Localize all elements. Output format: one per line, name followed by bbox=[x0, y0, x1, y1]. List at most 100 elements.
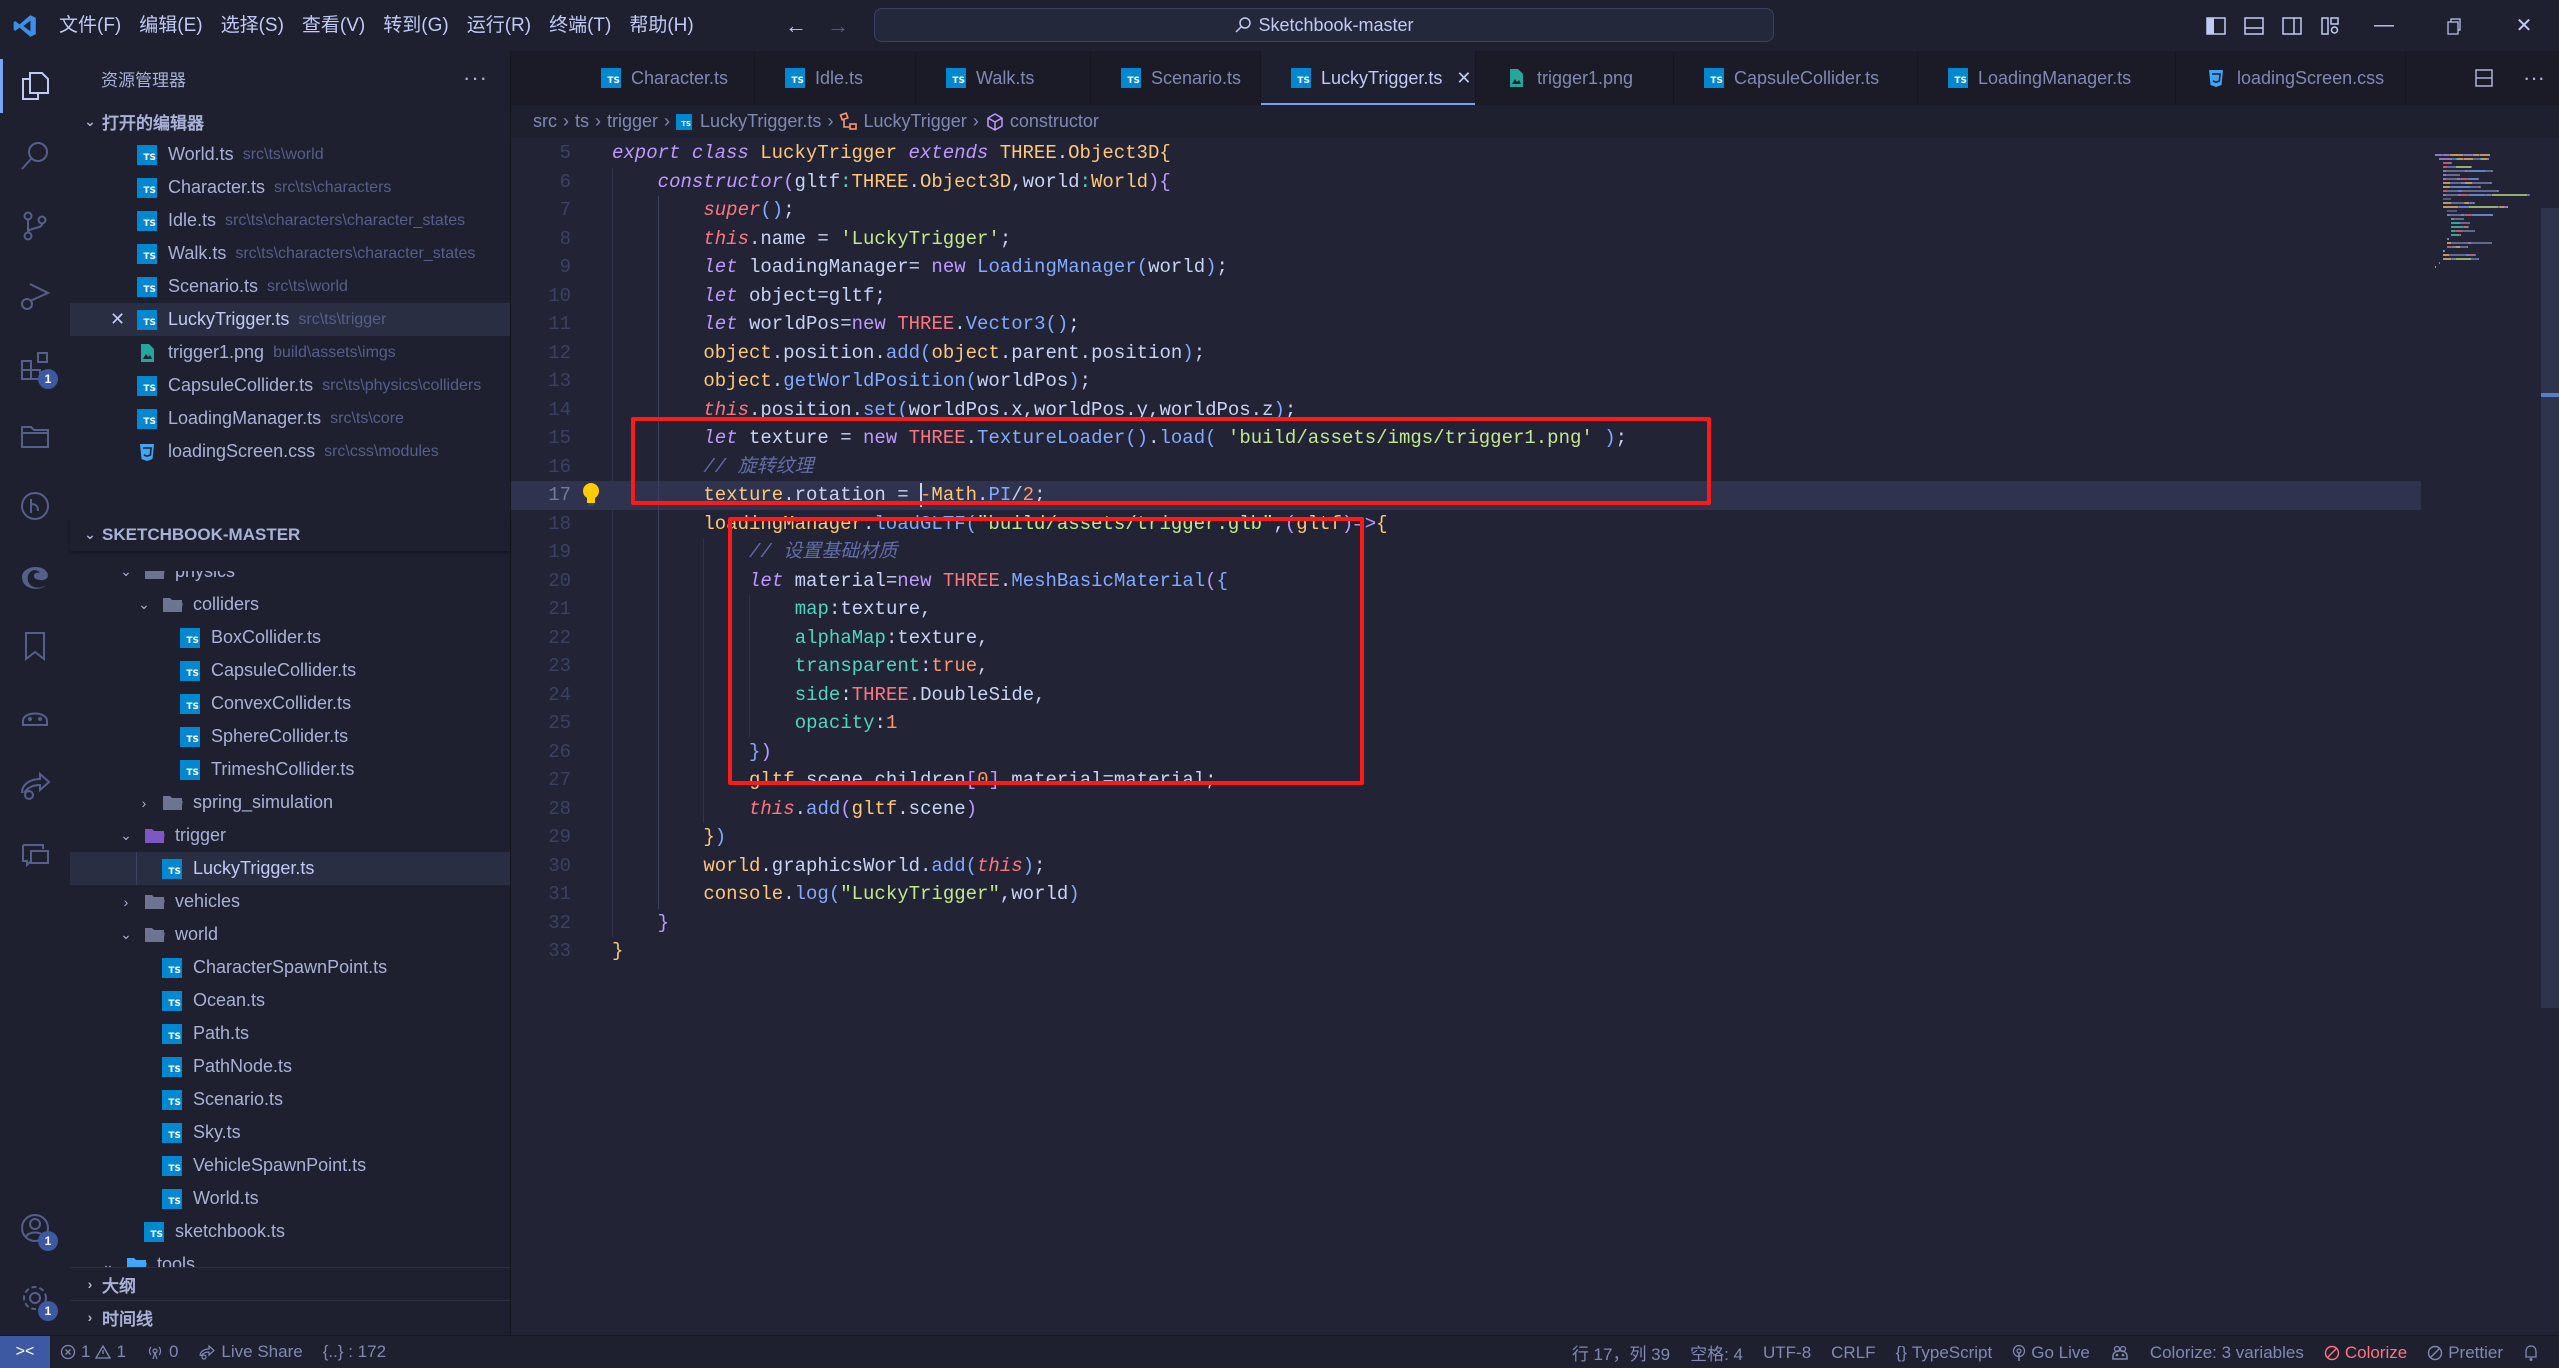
code-line[interactable]: 33} bbox=[511, 937, 2421, 966]
open-editor-item[interactable]: loadingScreen.css src\css\modules bbox=[70, 435, 510, 468]
activity-manage[interactable]: 1 bbox=[0, 1263, 70, 1333]
code-line[interactable]: 7 super(); bbox=[511, 196, 2421, 225]
end-of-line[interactable]: CRLF bbox=[1821, 1336, 1885, 1368]
activity-copilot[interactable] bbox=[0, 681, 70, 751]
close-icon[interactable]: ✕ bbox=[110, 309, 125, 330]
tree-file[interactable]: TS BoxCollider.ts bbox=[70, 621, 510, 654]
code-line[interactable]: 5 export class LuckyTrigger extends THREE… bbox=[511, 139, 2421, 168]
tree-file[interactable]: TS Sky.ts bbox=[70, 1116, 510, 1149]
code-line[interactable]: 32} bbox=[511, 909, 2421, 938]
activity-project-manager[interactable] bbox=[0, 401, 70, 471]
activity-remote-explorer[interactable] bbox=[0, 821, 70, 891]
tree-file[interactable]: TS ConvexCollider.ts bbox=[70, 687, 510, 720]
menu-view[interactable]: 查看(V) bbox=[293, 0, 374, 51]
indentation[interactable]: 空格: 4 bbox=[1680, 1336, 1753, 1368]
colorize-toggle[interactable]: Colorize bbox=[2314, 1336, 2417, 1368]
menu-edit[interactable]: 编辑(E) bbox=[130, 0, 211, 51]
forward-arrow-icon[interactable]: → bbox=[827, 13, 849, 39]
remote-indicator[interactable]: >< bbox=[0, 1335, 50, 1368]
bracket-info[interactable]: {..} : 172 bbox=[313, 1336, 396, 1368]
minimize-button[interactable]: — bbox=[2349, 0, 2419, 51]
tab-idle-ts[interactable]: TS Idle.ts bbox=[755, 51, 916, 105]
tree-folder[interactable]: ⌄ colliders bbox=[70, 588, 510, 621]
code-line[interactable]: 12 object.position.add(object.parent.posi… bbox=[511, 339, 2421, 368]
code-line[interactable]: 11 let worldPos=new THREE.Vector3(); bbox=[511, 310, 2421, 339]
breadcrumb-trigger[interactable]: trigger bbox=[607, 111, 658, 132]
toggle-primary-sidebar-button[interactable] bbox=[2197, 0, 2235, 51]
back-arrow-icon[interactable]: ← bbox=[785, 13, 807, 39]
activity-source-control[interactable] bbox=[0, 191, 70, 261]
code-line[interactable]: 31 console.log("LuckyTrigger",world) bbox=[511, 880, 2421, 909]
open-editor-item[interactable]: TS LoadingManager.ts src\ts\core bbox=[70, 402, 510, 435]
open-editor-item[interactable]: TS Scenario.ts src\ts\world bbox=[70, 270, 510, 303]
more-actions-icon[interactable]: ··· bbox=[2523, 65, 2545, 91]
tree-file[interactable]: TS VehicleSpawnPoint.ts bbox=[70, 1149, 510, 1182]
restore-button[interactable] bbox=[2419, 0, 2489, 51]
tree-folder[interactable]: ⌄ physics bbox=[70, 571, 510, 588]
tree-folder[interactable]: › vehicles bbox=[70, 885, 510, 918]
tree-file[interactable]: TS World.ts bbox=[70, 1182, 510, 1215]
tree-file[interactable]: TS CapsuleCollider.ts bbox=[70, 654, 510, 687]
activity-extensions[interactable]: 1 bbox=[0, 331, 70, 401]
menu-run[interactable]: 运行(R) bbox=[458, 0, 540, 51]
toggle-secondary-sidebar-button[interactable] bbox=[2273, 0, 2311, 51]
open-editor-item[interactable]: ✕ TS LuckyTrigger.ts src\ts\trigger bbox=[70, 303, 510, 336]
close-window-button[interactable]: ✕ bbox=[2489, 0, 2559, 51]
tab-loadingmanager-ts[interactable]: TS LoadingManager.ts bbox=[1918, 51, 2176, 105]
breadcrumb-ts[interactable]: ts bbox=[575, 111, 589, 132]
command-center-search[interactable]: Sketchbook-master bbox=[874, 8, 1774, 42]
breadcrumb-method[interactable]: constructor bbox=[1010, 111, 1099, 132]
open-editor-item[interactable]: trigger1.png build\assets\imgs bbox=[70, 336, 510, 369]
close-icon[interactable]: ✕ bbox=[1456, 68, 1471, 89]
open-editor-item[interactable]: TS CapsuleCollider.ts src\ts\physics\colli… bbox=[70, 369, 510, 402]
ports-indicator[interactable]: 0 bbox=[136, 1336, 188, 1368]
breadcrumb-class[interactable]: LuckyTrigger bbox=[863, 111, 966, 132]
tree-file[interactable]: TS Ocean.ts bbox=[70, 984, 510, 1017]
problems-indicator[interactable]: 1 1 bbox=[50, 1336, 136, 1368]
code-line[interactable]: 29}) bbox=[511, 823, 2421, 852]
tree-file[interactable]: TS Path.ts bbox=[70, 1017, 510, 1050]
toggle-panel-button[interactable] bbox=[2235, 0, 2273, 51]
tab-scenario-ts[interactable]: TS Scenario.ts bbox=[1091, 51, 1261, 105]
more-actions-icon[interactable]: ··· bbox=[463, 65, 488, 91]
code-line[interactable]: 6 constructor(gltf:THREE.Object3D,world:W… bbox=[511, 168, 2421, 197]
menu-selection[interactable]: 选择(S) bbox=[212, 0, 293, 51]
tree-file[interactable]: TS PathNode.ts bbox=[70, 1050, 510, 1083]
code-line[interactable]: 30 world.graphicsWorld.add(this); bbox=[511, 852, 2421, 881]
code-editor[interactable]: 5 export class LuckyTrigger extends THREE… bbox=[511, 138, 2559, 1335]
tree-folder[interactable]: ⌄ trigger bbox=[70, 819, 510, 852]
tree-folder[interactable]: › spring_simulation bbox=[70, 786, 510, 819]
cursor-position[interactable]: 行 17，列 39 bbox=[1562, 1336, 1680, 1368]
code-line[interactable]: 10 let object=gltf; bbox=[511, 282, 2421, 311]
tab-trigger1-png[interactable]: trigger1.png bbox=[1476, 51, 1674, 105]
code-line[interactable]: 13 object.getWorldPosition(worldPos); bbox=[511, 367, 2421, 396]
tree-file[interactable]: TS TrimeshCollider.ts bbox=[70, 753, 510, 786]
tab-luckytrigger-ts[interactable]: TS LuckyTrigger.ts ✕ bbox=[1261, 51, 1476, 105]
menu-file[interactable]: 文件(F) bbox=[50, 0, 130, 51]
menu-go[interactable]: 转到(G) bbox=[374, 0, 457, 51]
activity-explorer[interactable] bbox=[0, 51, 70, 121]
live-share-button[interactable]: Live Share bbox=[188, 1336, 312, 1368]
tab-walk-ts[interactable]: TS Walk.ts bbox=[916, 51, 1091, 105]
go-live-button[interactable]: Go Live bbox=[2002, 1336, 2100, 1368]
vertical-scrollbar[interactable] bbox=[2541, 208, 2559, 1008]
open-editors-header[interactable]: ⌄ 打开的编辑器 bbox=[70, 105, 510, 138]
tree-file[interactable]: TS SphereCollider.ts bbox=[70, 720, 510, 753]
breadcrumb-src[interactable]: src bbox=[533, 111, 557, 132]
activity-bookmarks[interactable] bbox=[0, 611, 70, 681]
activity-accounts[interactable]: 1 bbox=[0, 1193, 70, 1263]
activity-search[interactable] bbox=[0, 121, 70, 191]
menu-terminal[interactable]: 终端(T) bbox=[540, 0, 620, 51]
encoding[interactable]: UTF-8 bbox=[1753, 1336, 1821, 1368]
breadcrumb-file[interactable]: LuckyTrigger.ts bbox=[700, 111, 821, 132]
code-line[interactable]: 28 this.add(gltf.scene) bbox=[511, 795, 2421, 824]
customize-layout-button[interactable] bbox=[2311, 0, 2349, 51]
activity-live-share[interactable] bbox=[0, 751, 70, 821]
colorize-variables[interactable]: Colorize: 3 variables bbox=[2140, 1336, 2314, 1368]
tab-character-ts[interactable]: TS Character.ts bbox=[571, 51, 755, 105]
notifications-button[interactable] bbox=[2513, 1336, 2549, 1368]
tree-file[interactable]: TS CharacterSpawnPoint.ts bbox=[70, 951, 510, 984]
project-header[interactable]: ⌄ SKETCHBOOK-MASTER bbox=[70, 518, 510, 551]
timeline-header[interactable]: › 时间线 bbox=[70, 1300, 510, 1333]
open-editor-item[interactable]: TS Idle.ts src\ts\characters\character_sta… bbox=[70, 204, 510, 237]
